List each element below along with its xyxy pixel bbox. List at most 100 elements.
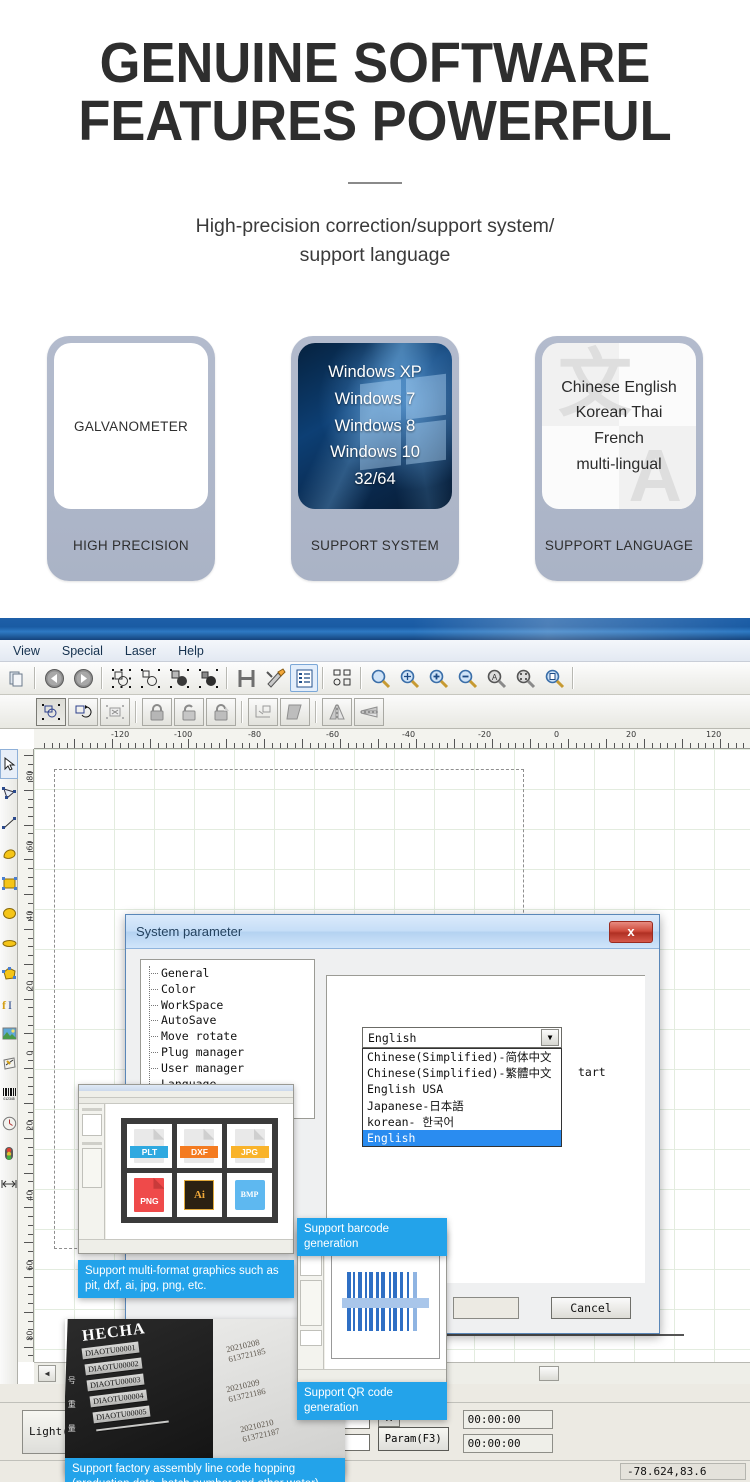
rotate-selection-icon[interactable]	[68, 697, 98, 726]
chevron-down-icon[interactable]: ▼	[541, 1029, 559, 1046]
param-button[interactable]: Param(F3)	[377, 1426, 449, 1451]
lock-closed-icon[interactable]	[142, 697, 172, 726]
tree-item-workspace[interactable]: WorkSpace	[145, 998, 314, 1014]
move-origin-icon[interactable]	[248, 697, 278, 726]
language-select-value: English	[368, 1030, 417, 1045]
barcode-tool-icon[interactable]: 012345	[0, 1079, 18, 1109]
scrollbar-thumb[interactable]	[539, 1366, 559, 1381]
tree-item-autosave[interactable]: AutoSave	[145, 1013, 314, 1029]
zoom-in-icon[interactable]	[424, 664, 452, 692]
feature-card-support-language: 文 A Chinese English Korean Thai French m…	[535, 336, 703, 581]
tree-item-plug-manager[interactable]: Plug manager	[145, 1045, 314, 1061]
language-option-korean[interactable]: korean- 한국어	[363, 1114, 561, 1130]
menu-item-view[interactable]: View	[2, 642, 51, 660]
menu-item-special[interactable]: Special	[51, 642, 114, 660]
traffic-light-tool-icon[interactable]	[0, 1139, 18, 1169]
language-select-options[interactable]: Chinese(Simplified)-简体中文 Chinese(Simplif…	[362, 1048, 562, 1148]
ruler-v-tick	[24, 1277, 33, 1278]
cancel-button[interactable]: Cancel	[551, 1297, 631, 1319]
ungroup-icon[interactable]	[136, 664, 164, 692]
text-tool-icon[interactable]: fI	[0, 989, 18, 1019]
ruler-v-tick	[28, 842, 33, 843]
ruler-h-tick	[636, 743, 638, 748]
deselect-icon[interactable]	[100, 697, 130, 726]
ruler-h-tick	[135, 743, 137, 748]
tree-item-user-manager[interactable]: User manager	[145, 1061, 314, 1077]
select-all-icon[interactable]	[36, 697, 66, 726]
ruler-v-tick	[28, 1007, 33, 1009]
tree-item-move-rotate[interactable]: Move rotate	[145, 1029, 314, 1045]
zoom-icon[interactable]	[366, 664, 394, 692]
language-option-chinese-traditional[interactable]: Chinese(Simplified)-繁體中文	[363, 1065, 561, 1081]
shear-icon[interactable]	[280, 697, 310, 726]
object-list-icon[interactable]	[290, 664, 318, 692]
zoom-pan-icon[interactable]	[395, 664, 423, 692]
language-select[interactable]: English ▼	[362, 1027, 562, 1048]
ruler-h-tick	[674, 743, 676, 748]
tree-item-color[interactable]: Color	[145, 982, 314, 998]
redo-icon[interactable]	[69, 664, 97, 692]
ruler-h-tick	[439, 743, 441, 748]
polygon-tool-icon[interactable]	[0, 959, 18, 989]
language-option-english[interactable]: English	[363, 1130, 561, 1147]
pointer-tool-icon[interactable]	[0, 749, 18, 779]
zoom-selection-icon[interactable]	[511, 664, 539, 692]
close-icon[interactable]: x	[609, 920, 653, 943]
main-toolbar: A	[0, 662, 750, 695]
lock-open-icon[interactable]	[174, 697, 204, 726]
ellipse-tool-icon[interactable]	[0, 899, 18, 929]
transform-tool-icon[interactable]	[0, 1049, 18, 1079]
dimension-tool-icon[interactable]	[0, 1169, 18, 1199]
ruler-h-tick	[743, 743, 745, 748]
ruler-h-tick	[598, 743, 600, 748]
ruler-v-tick	[28, 807, 33, 809]
scroll-left-icon[interactable]: ◀	[38, 1365, 56, 1382]
ruler-v-tick	[28, 833, 33, 835]
mirror-vertical-icon[interactable]	[354, 697, 384, 726]
language-option-english-usa[interactable]: English USA	[363, 1081, 561, 1097]
dialog-partial-text: tart	[578, 1065, 606, 1079]
mirror-horizontal-icon[interactable]	[322, 697, 352, 726]
align-objects-icon[interactable]	[328, 664, 356, 692]
paste-icon[interactable]	[2, 664, 30, 692]
lock-toggle-icon[interactable]	[206, 697, 236, 726]
zoom-all-icon[interactable]: A	[482, 664, 510, 692]
png-file-icon: PNG	[134, 1177, 165, 1212]
ruler-v-tick	[28, 1285, 33, 1287]
ruler-h-tick	[644, 739, 646, 748]
undo-icon[interactable]	[40, 664, 68, 692]
file-format-grid: PLT DXF JPG PNG Ai BMP	[120, 1117, 279, 1223]
language-option-chinese-simplified[interactable]: Chinese(Simplified)-简体中文	[363, 1049, 561, 1065]
clock-tool-icon[interactable]	[0, 1109, 18, 1139]
ruler-h-tick	[150, 739, 152, 748]
inset-file-formats[interactable]: PLT DXF JPG PNG Ai BMP	[78, 1084, 294, 1254]
menu-item-laser[interactable]: Laser	[114, 642, 167, 660]
card-label-support-language: SUPPORT LANGUAGE	[544, 537, 694, 553]
image-tool-icon[interactable]	[0, 1019, 18, 1049]
ruler-h-tick	[264, 739, 266, 748]
zoom-out-icon[interactable]	[453, 664, 481, 692]
group-icon[interactable]	[107, 664, 135, 692]
window-titlebar	[0, 618, 750, 640]
tree-item-general[interactable]: General	[145, 966, 314, 982]
break-icon[interactable]	[194, 664, 222, 692]
rectangle-tool-icon[interactable]	[0, 869, 18, 899]
ruler-h-tick	[104, 743, 106, 748]
language-option-japanese[interactable]: Japanese-日本語	[363, 1098, 561, 1114]
plate-cn-label: 量	[67, 1424, 76, 1433]
line-tool-icon[interactable]	[0, 809, 18, 839]
ruler-h-tick	[348, 743, 349, 748]
ruler-v-tick	[28, 955, 33, 957]
ruler-h-tick	[393, 743, 395, 748]
ruler-v-tick	[28, 815, 33, 817]
menu-item-help[interactable]: Help	[167, 642, 215, 660]
flat-ellipse-tool-icon[interactable]	[0, 929, 18, 959]
curve-tool-icon[interactable]	[0, 839, 18, 869]
hatch-icon[interactable]	[232, 664, 260, 692]
tools-icon[interactable]	[261, 664, 289, 692]
ok-button[interactable]	[453, 1297, 519, 1319]
combine-icon[interactable]	[165, 664, 193, 692]
zoom-page-icon[interactable]	[540, 664, 568, 692]
ruler-v-tick	[28, 868, 33, 870]
node-edit-tool-icon[interactable]	[0, 779, 18, 809]
